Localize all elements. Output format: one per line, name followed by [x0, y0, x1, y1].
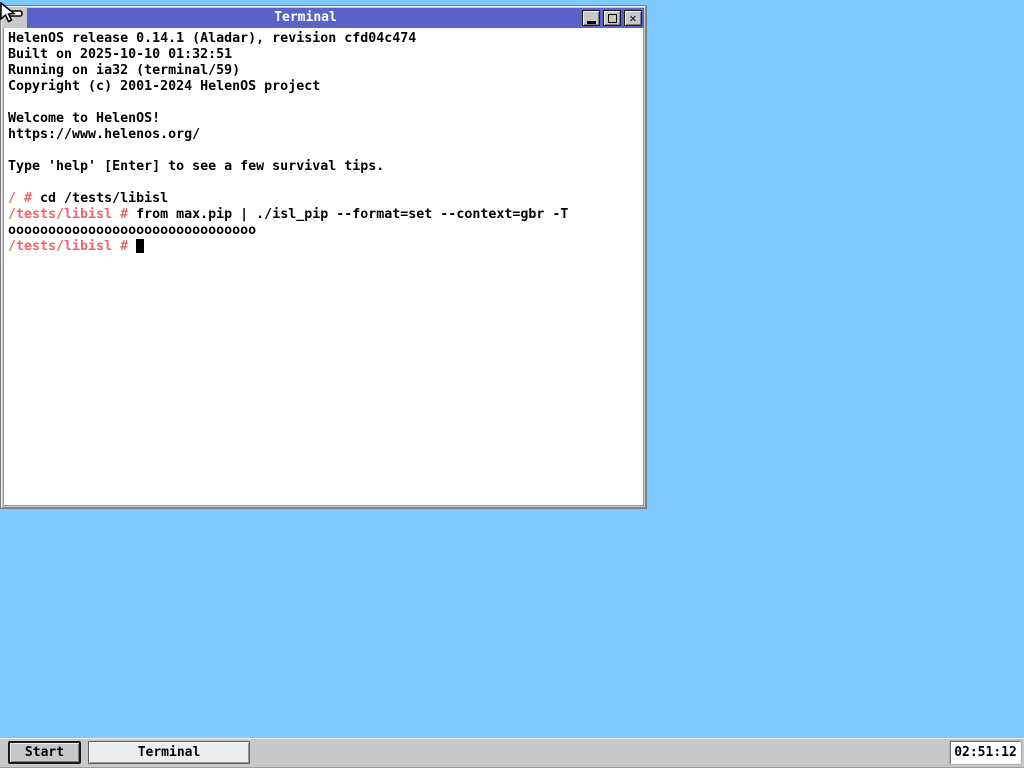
text-cursor — [136, 239, 144, 253]
terminal-line: / # cd /tests/libisl — [8, 191, 643, 207]
minimize-button[interactable] — [582, 10, 600, 26]
terminal-line: Copyright (c) 2001-2024 HelenOS project — [8, 79, 643, 95]
terminal-line: Type 'help' [Enter] to see a few surviva… — [8, 159, 643, 175]
terminal-line: Built on 2025-10-10 01:32:51 — [8, 47, 643, 63]
window-controls: ✕ — [582, 10, 642, 26]
desktop: { "window": { "title": "Terminal", "icon… — [0, 0, 1024, 768]
terminal-line — [8, 175, 643, 191]
terminal-output[interactable]: HelenOS release 0.14.1 (Aladar), revisio… — [3, 28, 644, 506]
terminal-line: /tests/libisl # — [8, 239, 643, 255]
taskbar: Start Terminal 02:51:12 — [0, 738, 1024, 768]
window-title: Terminal — [29, 8, 582, 28]
system-menu-button[interactable] — [3, 8, 27, 28]
titlebar-row: Terminal ✕ — [3, 8, 644, 28]
close-button[interactable]: ✕ — [624, 10, 642, 26]
terminal-line: HelenOS release 0.14.1 (Aladar), revisio… — [8, 31, 643, 47]
window-titlebar[interactable]: Terminal ✕ — [27, 8, 644, 28]
maximize-icon — [608, 14, 617, 23]
terminal-line: Running on ia32 (terminal/59) — [8, 63, 643, 79]
terminal-line — [8, 143, 643, 159]
maximize-button[interactable] — [603, 10, 621, 26]
start-button[interactable]: Start — [8, 741, 81, 764]
terminal-window: Terminal ✕ HelenOS release 0.14.1 (Alada… — [0, 5, 647, 509]
terminal-line: /tests/libisl # from max.pip | ./isl_pip… — [8, 207, 643, 223]
taskbar-clock: 02:51:12 — [950, 741, 1021, 764]
terminal-line: https://www.helenos.org/ — [8, 127, 643, 143]
taskbar-window-button-terminal[interactable]: Terminal — [88, 741, 250, 764]
terminal-line: Welcome to HelenOS! — [8, 111, 643, 127]
close-icon: ✕ — [629, 12, 636, 24]
minimize-icon — [587, 21, 596, 24]
terminal-line — [8, 95, 643, 111]
terminal-line: ooooooooooooooooooooooooooooooo — [8, 223, 643, 239]
